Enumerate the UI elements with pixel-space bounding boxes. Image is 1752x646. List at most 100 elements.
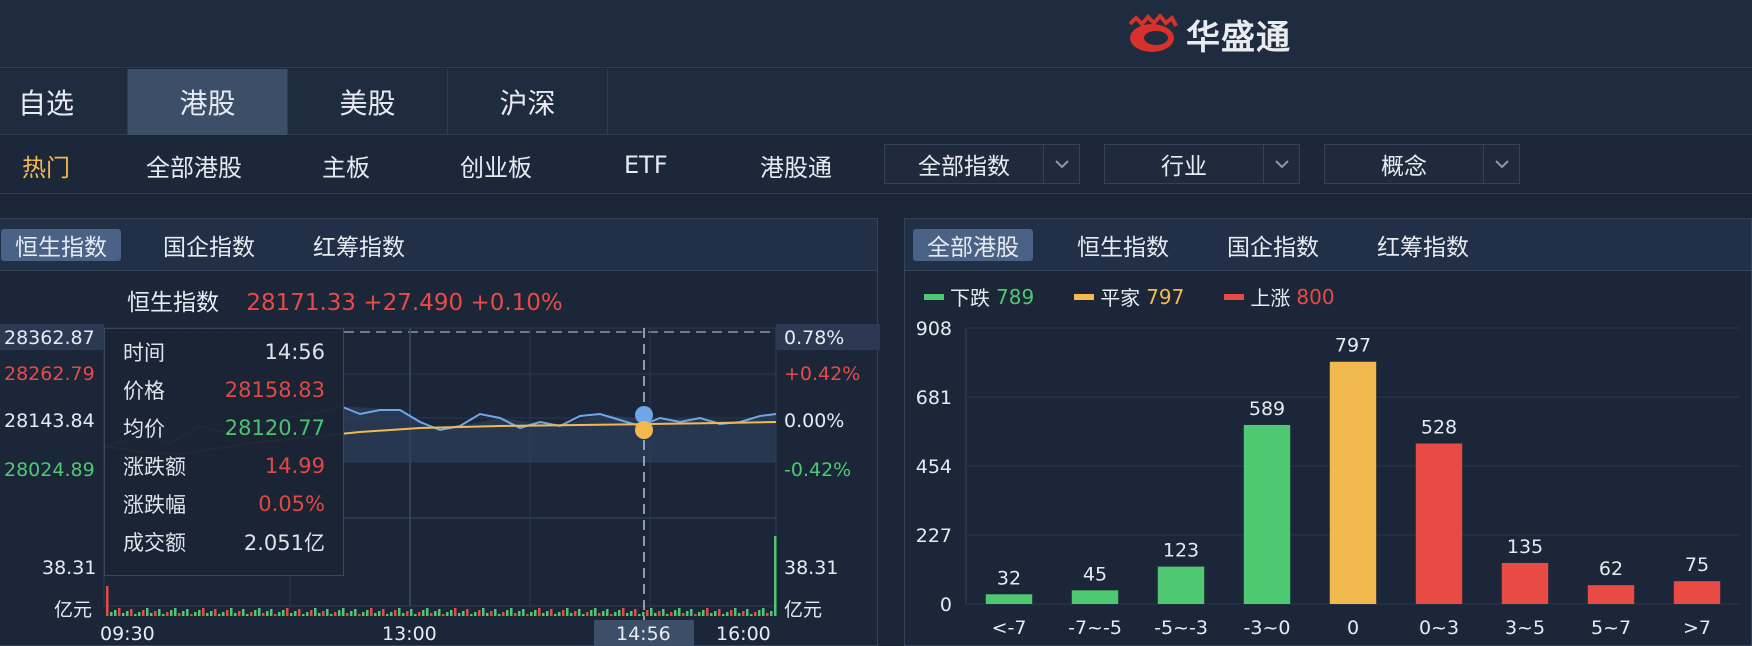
volume-bar [746,609,749,616]
dropdown-label: 概念 [1381,154,1427,180]
volume-bar [462,611,465,616]
volume-bar [682,613,685,616]
tooltip-value: 0.05% [258,492,325,516]
tooltip-row: 价格 28158.83 [123,371,325,409]
tab-hscei[interactable]: 国企指数 [149,229,269,261]
subnav-connect[interactable]: 港股通 [760,136,832,194]
bar[interactable] [1673,581,1721,604]
volume-bar [574,611,577,616]
price-tick-left: 28362.87 [4,327,95,349]
bar-value-label: 797 [1335,335,1371,357]
dropdown-all-indices[interactable]: 全部指数 [884,144,1080,184]
volume-bar [306,612,309,616]
volume-bar [770,611,773,616]
distribution-bar-chart[interactable]: 0 227 454 681 908 32 <-7 45 -7~-5 123 -5~-3 589 -3~0… [904,310,1752,646]
bar[interactable] [985,594,1033,604]
volume-bar [762,608,765,616]
volume-bar [518,611,521,616]
legend-label: 上涨 [1250,286,1291,310]
volume-bar [298,609,301,616]
volume-bar [350,611,353,616]
bar[interactable] [1501,562,1549,604]
subnav-all-hk[interactable]: 全部港股 [146,136,242,194]
distribution-tabs: 全部港股 恒生指数 国企指数 红筹指数 [905,219,1751,271]
bar[interactable] [1243,424,1291,604]
dropdown-industry[interactable]: 行业 [1104,144,1300,184]
volume-bar [470,614,473,616]
volume-bar [674,610,677,616]
volume-bar [158,609,161,616]
volume-bar [410,609,413,616]
tooltip-row: 涨跌额 14.99 [123,447,325,485]
tab-all-hk[interactable]: 全部港股 [913,229,1033,261]
subnav-main-board[interactable]: 主板 [322,136,370,194]
volume-bar [642,612,645,616]
tab-hsi[interactable]: 恒生指数 [1063,229,1183,261]
bar-value-label: 62 [1599,558,1623,580]
tab-a-shares[interactable]: 沪深 [448,69,608,135]
tab-hscci[interactable]: 红筹指数 [299,229,419,261]
volume-bar [178,613,181,616]
volume-bar [594,608,597,616]
volume-bar [126,611,129,616]
price-tick-left: 28024.89 [4,459,95,481]
tab-hsi[interactable]: 恒生指数 [1,229,121,261]
quote-change-pct: +0.10% [470,290,563,316]
bar[interactable] [1415,443,1463,604]
volume-bar [214,609,217,616]
bar[interactable] [1071,590,1119,604]
bar-value-label: 75 [1685,554,1709,576]
volume-bar [602,611,605,616]
volume-bar [710,613,713,616]
chevron-down-icon [1263,145,1299,183]
volume-bar [542,613,545,616]
tooltip-key: 涨跌幅 [123,493,186,517]
bar[interactable] [1329,361,1377,604]
volume-bar [638,614,641,616]
bar[interactable] [1587,585,1635,604]
volume-bar [262,613,265,616]
tab-hk-stocks[interactable]: 港股 [128,69,288,135]
volume-bar [342,608,345,616]
tooltip-key: 均价 [123,417,165,441]
volume-bar [210,611,213,616]
volume-bar [754,612,757,616]
volume-bar [694,614,697,616]
volume-bar [530,612,533,616]
distribution-legend: 下跌 789 平家 797 上涨 800 [924,282,1335,311]
volume-bar [458,613,461,616]
volume-bar [546,611,549,616]
tab-us-stocks[interactable]: 美股 [288,69,448,135]
volume-bar [406,611,409,616]
tooltip-row: 时间 14:56 [123,333,325,371]
subnav-hot[interactable]: 热门 [22,136,70,194]
bar-value-label: 45 [1083,563,1107,585]
pct-tick-right: +0.42% [784,363,860,385]
volume-bar [374,613,377,616]
dropdown-concept[interactable]: 概念 [1324,144,1520,184]
volume-bar [706,608,709,616]
volume-bar [554,614,557,616]
volume-bar [686,611,689,616]
market-tabs: 自选 港股 美股 沪深 [0,69,1752,135]
bar[interactable] [1157,566,1205,604]
volume-bar [570,613,573,616]
volume-bar [522,609,525,616]
volume-bar [734,608,737,616]
bar-value-label: 32 [997,567,1021,589]
volume-bar [598,613,601,616]
volume-bar [246,614,249,616]
bar-value-label: 123 [1163,540,1199,562]
tab-hscci[interactable]: 红筹指数 [1363,229,1483,261]
subnav-gem[interactable]: 创业板 [460,136,532,194]
sub-nav: 热门 全部港股 主板 创业板 ETF 港股通 全部指数 行业 概念 [0,136,1752,194]
tab-hscei[interactable]: 国企指数 [1213,229,1333,261]
legend-swatch [1224,293,1245,300]
volume-bar [130,609,133,616]
subnav-etf[interactable]: ETF [624,136,668,194]
tooltip-value: 28158.83 [224,378,325,402]
volume-bar [310,610,313,616]
tab-watchlist[interactable]: 自选 [0,69,128,135]
volume-bar [110,612,113,616]
volume-bar [382,609,385,616]
